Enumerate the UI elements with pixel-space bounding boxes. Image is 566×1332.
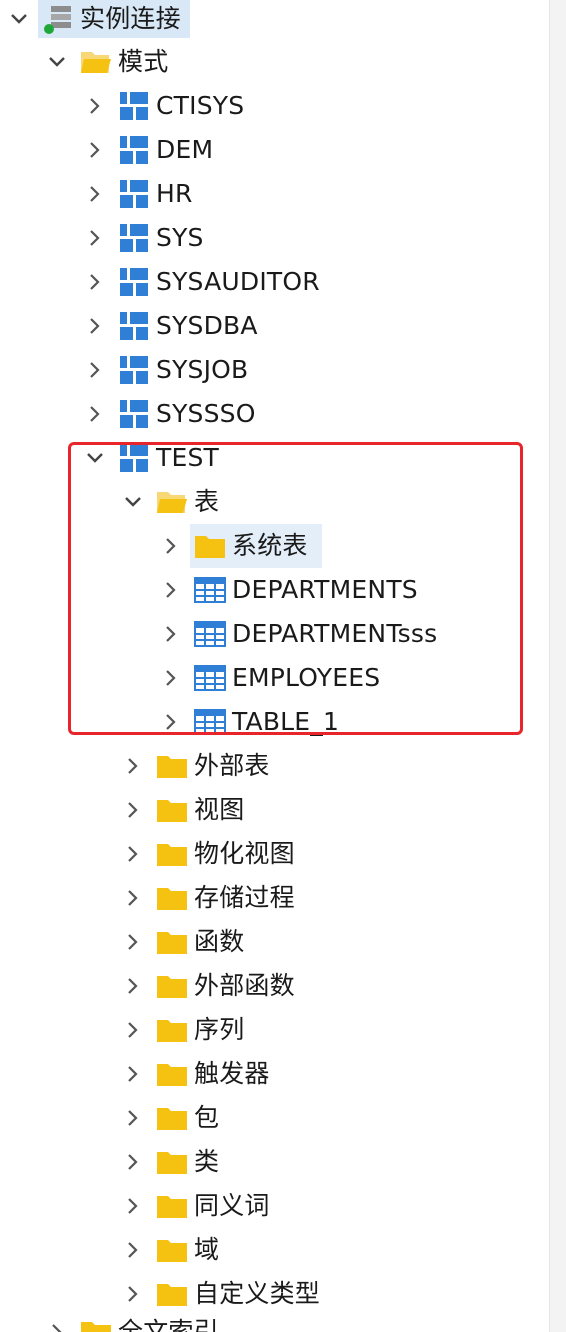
- database-connection-icon: [42, 3, 74, 35]
- folder-label: 外部表: [194, 751, 270, 780]
- object-tree: 实例连接 模式 CTISYS DEM HR SYS SYSAUDITOR SYSDBA SY…: [0, 0, 566, 1332]
- chevron-right-icon[interactable]: [84, 183, 106, 205]
- chevron-right-icon[interactable]: [84, 403, 106, 425]
- folder-icon: [156, 882, 188, 914]
- schema-label: SYSAUDITOR: [156, 267, 320, 296]
- tree-node-folder[interactable]: 视图: [122, 788, 244, 832]
- schema-label: SYSJOB: [156, 355, 249, 384]
- folder-icon: [80, 1316, 112, 1332]
- schema-icon: [118, 178, 150, 210]
- folder-icon: [156, 1058, 188, 1090]
- folder-label: 物化视图: [194, 839, 295, 868]
- chevron-right-icon[interactable]: [122, 1019, 144, 1041]
- folder-label: 视图: [194, 795, 245, 824]
- chevron-right-icon[interactable]: [122, 1063, 144, 1085]
- folder-icon: [156, 1014, 188, 1046]
- tree-node-schemas[interactable]: 模式: [46, 40, 168, 84]
- tree-node-folder[interactable]: 包: [122, 1096, 219, 1140]
- folder-label: 外部函数: [194, 971, 295, 1000]
- folder-icon: [156, 750, 188, 782]
- tree-node-folder[interactable]: 外部函数: [122, 964, 295, 1008]
- highlight-box: [68, 442, 523, 735]
- folder-icon: [156, 1190, 188, 1222]
- chevron-right-icon[interactable]: [122, 1239, 144, 1261]
- schema-icon: [118, 134, 150, 166]
- chevron-right-icon[interactable]: [122, 799, 144, 821]
- chevron-right-icon[interactable]: [84, 359, 106, 381]
- schema-label: SYS: [156, 223, 204, 252]
- tree-node-schema[interactable]: SYSSSO: [84, 392, 256, 436]
- vertical-scrollbar[interactable]: [549, 0, 566, 1332]
- folder-label: 包: [194, 1103, 220, 1132]
- tree-node-schema[interactable]: HR: [84, 172, 193, 216]
- tree-node-folder[interactable]: 物化视图: [122, 832, 295, 876]
- chevron-right-icon[interactable]: [122, 1151, 144, 1173]
- chevron-right-icon[interactable]: [122, 1283, 144, 1305]
- tree-node-folder[interactable]: 函数: [122, 920, 244, 964]
- schema-label: DEM: [156, 135, 214, 164]
- folder-icon: [156, 838, 188, 870]
- folder-icon: [156, 1146, 188, 1178]
- folder-icon: [156, 926, 188, 958]
- chevron-down-icon[interactable]: [46, 51, 68, 73]
- tree-node-folder[interactable]: 存储过程: [122, 876, 295, 920]
- chevron-right-icon[interactable]: [122, 755, 144, 777]
- tree-node-folder[interactable]: 类: [122, 1140, 219, 1184]
- chevron-right-icon[interactable]: [122, 931, 144, 953]
- schema-icon: [118, 398, 150, 430]
- root-label: 实例连接: [80, 4, 181, 33]
- chevron-right-icon[interactable]: [84, 315, 106, 337]
- tree-node-schema[interactable]: CTISYS: [84, 84, 244, 128]
- folder-icon: [156, 970, 188, 1002]
- schema-icon: [118, 310, 150, 342]
- folder-label: 类: [194, 1147, 220, 1176]
- tree-node-schema[interactable]: SYS: [84, 216, 204, 260]
- schema-icon: [118, 90, 150, 122]
- chevron-right-icon[interactable]: [84, 139, 106, 161]
- chevron-right-icon[interactable]: [84, 227, 106, 249]
- tree-node-root[interactable]: 实例连接: [8, 0, 181, 41]
- chevron-right-icon[interactable]: [122, 887, 144, 909]
- tree-node-folder[interactable]: 序列: [122, 1008, 244, 1052]
- folder-label: 函数: [194, 927, 245, 956]
- tree-node-global-index[interactable]: 全文索引: [46, 1310, 219, 1332]
- chevron-down-icon[interactable]: [8, 8, 30, 30]
- schemas-folder-label: 模式: [118, 47, 169, 76]
- folder-icon: [156, 794, 188, 826]
- folder-label: 触发器: [194, 1059, 270, 1088]
- chevron-right-icon[interactable]: [84, 95, 106, 117]
- folder-icon: [156, 1102, 188, 1134]
- folder-open-icon: [80, 46, 112, 78]
- schema-label: HR: [156, 179, 193, 208]
- schema-label: CTISYS: [156, 91, 245, 120]
- tree-node-schema[interactable]: SYSDBA: [84, 304, 258, 348]
- schema-icon: [118, 354, 150, 386]
- folder-label: 域: [194, 1235, 220, 1264]
- tree-node-folder[interactable]: 同义词: [122, 1184, 270, 1228]
- tree-node-schema[interactable]: SYSJOB: [84, 348, 248, 392]
- tree-node-schema[interactable]: SYSAUDITOR: [84, 260, 320, 304]
- schema-label: SYSDBA: [156, 311, 258, 340]
- folder-label: 存储过程: [194, 883, 295, 912]
- tree-node-folder[interactable]: 域: [122, 1228, 219, 1272]
- tree-node-folder[interactable]: 外部表: [122, 744, 270, 788]
- folder-icon: [156, 1278, 188, 1310]
- tree-node-folder[interactable]: 触发器: [122, 1052, 270, 1096]
- schema-icon: [118, 222, 150, 254]
- chevron-right-icon[interactable]: [122, 843, 144, 865]
- folder-label: 同义词: [194, 1191, 270, 1220]
- schema-icon: [118, 266, 150, 298]
- global-index-label: 全文索引: [118, 1317, 219, 1332]
- chevron-right-icon[interactable]: [122, 1195, 144, 1217]
- folder-icon: [156, 1234, 188, 1266]
- chevron-right-icon[interactable]: [84, 271, 106, 293]
- tree-node-schema[interactable]: DEM: [84, 128, 213, 172]
- chevron-right-icon[interactable]: [46, 1321, 68, 1332]
- schema-label: SYSSSO: [156, 399, 256, 428]
- chevron-right-icon[interactable]: [122, 1107, 144, 1129]
- folder-label: 序列: [194, 1015, 245, 1044]
- chevron-right-icon[interactable]: [122, 975, 144, 997]
